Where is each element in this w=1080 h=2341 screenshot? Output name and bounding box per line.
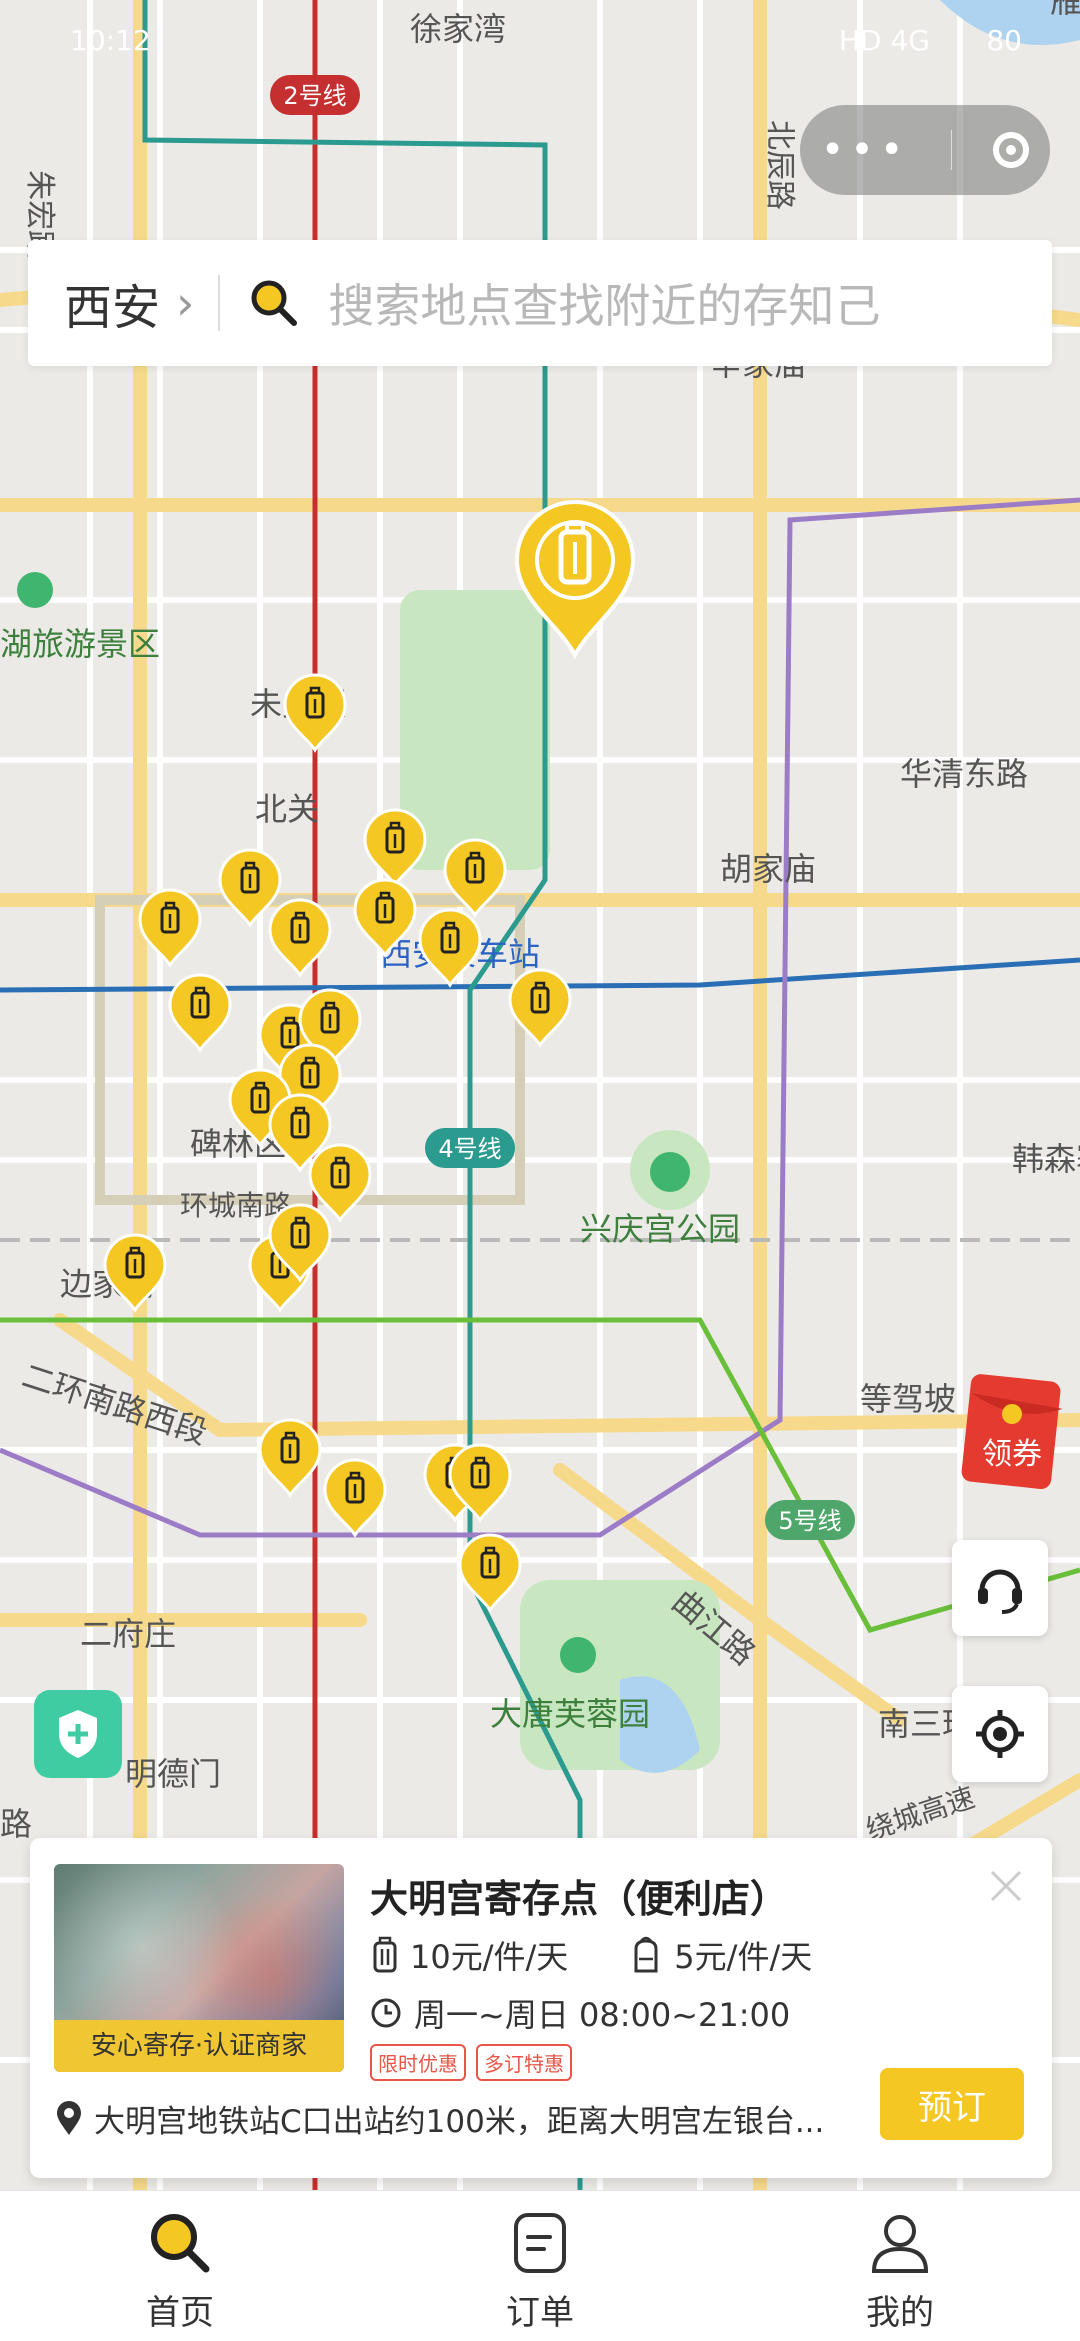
- label-mingdemen: 明德门: [125, 1755, 221, 1793]
- shield-plus-icon: [59, 1710, 97, 1758]
- promo-tags: 限时优惠 多订特惠: [370, 2044, 582, 2081]
- label-dengjiapo: 等驾坡: [860, 1380, 956, 1418]
- locate-icon: [976, 1710, 1024, 1758]
- label-lake-scenic: 湖旅游景区: [0, 625, 160, 663]
- tab-orders-label: 订单: [506, 2293, 574, 2333]
- label-hansen: 韩森寨: [1012, 1140, 1080, 1178]
- tab-home[interactable]: 首页: [70, 2191, 290, 2341]
- location-pin-icon: [57, 2100, 81, 2135]
- certified-badge: 安心寄存·认证商家: [54, 2020, 344, 2072]
- store-title: 大明宫寄存点（便利店）: [370, 1877, 789, 1921]
- search-icon: [151, 2214, 210, 2273]
- line5-badge: 5号线: [765, 1500, 855, 1540]
- more-menu-icon[interactable]: •••: [821, 130, 910, 170]
- headset-icon: [978, 1569, 1022, 1614]
- price-backpack: 5元/件/天: [674, 1938, 813, 1976]
- coupon-label: 领券: [982, 1437, 1042, 1472]
- label-hujiamiao: 胡家庙: [720, 850, 816, 888]
- label-huaqing: 华清东路: [900, 755, 1028, 793]
- tab-mine[interactable]: 我的: [790, 2191, 1010, 2341]
- order-icon: [514, 2213, 566, 2273]
- status-battery: 80: [986, 24, 1022, 57]
- clock-icon: [371, 1998, 401, 2028]
- camera-poi-icon: [17, 572, 53, 608]
- line5-label: 5号线: [778, 1507, 841, 1535]
- store-card[interactable]: 安心寄存·认证商家 大明宫寄存点（便利店） 10元/件/天 5元/件/天 周一~…: [30, 1838, 1052, 2178]
- chevron-right-icon[interactable]: ›: [176, 276, 194, 330]
- status-bar: 10:12 HD 4G 80: [0, 0, 1080, 80]
- tab-orders[interactable]: 订单: [430, 2191, 650, 2341]
- status-time: 10:12: [70, 24, 151, 57]
- label-beiguan: 北关: [255, 790, 319, 828]
- backpack-icon: [634, 1936, 658, 1973]
- customer-service-button[interactable]: [952, 1540, 1048, 1636]
- close-icon[interactable]: [986, 1866, 1026, 1906]
- store-thumbnail: 安心寄存·认证商家: [54, 1864, 344, 2072]
- store-address: 大明宫地铁站C口出站约100米，距离大明宫左银台...: [94, 2104, 825, 2140]
- coupon-button[interactable]: 领券: [960, 1372, 1070, 1492]
- tree-poi-icon: [650, 1152, 690, 1192]
- line2-badge: 2号线: [270, 75, 360, 115]
- city-selector[interactable]: 西安: [64, 268, 160, 338]
- business-hours: 周一~周日 08:00~21:00: [414, 1996, 791, 2034]
- label-beichen: 北辰路: [762, 120, 797, 210]
- promo-tag: 多订特惠: [476, 2044, 572, 2081]
- book-button[interactable]: 预订: [880, 2068, 1024, 2140]
- label-xingqing: 兴庆宫公园: [580, 1210, 740, 1248]
- search-bar: 西安 › 搜索地点查找附近的存知己: [28, 240, 1052, 366]
- bottom-tab-bar: 首页 订单 我的: [0, 2190, 1080, 2341]
- insurance-button[interactable]: [34, 1690, 122, 1778]
- promo-tag: 限时优惠: [370, 2044, 466, 2081]
- label-datang: 大唐芙蓉园: [490, 1695, 650, 1733]
- search-icon: [251, 280, 298, 326]
- luggage-icon: [373, 1936, 397, 1973]
- close-miniprogram-icon[interactable]: [993, 132, 1030, 168]
- line4-label: 4号线: [438, 1135, 501, 1163]
- search-input[interactable]: 搜索地点查找附近的存知己: [328, 270, 880, 336]
- label-erfuzhuang: 二府庄: [80, 1615, 176, 1653]
- tab-home-label: 首页: [146, 2293, 214, 2333]
- hours-row: 周一~周日 08:00~21:00: [370, 1990, 790, 2036]
- camera-poi-icon-2: [560, 1637, 596, 1673]
- line2-label: 2号线: [283, 82, 346, 110]
- price-luggage: 10元/件/天: [410, 1938, 569, 1976]
- line4-badge: 4号线: [425, 1128, 515, 1168]
- price-row: 10元/件/天 5元/件/天: [370, 1932, 812, 1978]
- miniprogram-capsule: •••: [800, 105, 1050, 195]
- tab-mine-label: 我的: [866, 2293, 934, 2333]
- locate-button[interactable]: [952, 1686, 1048, 1782]
- address-row: 大明宫地铁站C口出站约100米，距离大明宫左银台...: [54, 2096, 874, 2141]
- user-icon: [871, 2215, 929, 2273]
- status-network: HD 4G: [838, 24, 930, 57]
- label-lu: 路: [0, 1805, 32, 1843]
